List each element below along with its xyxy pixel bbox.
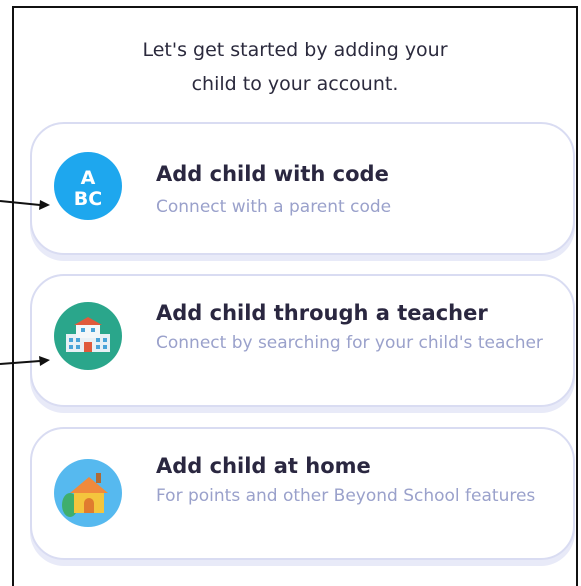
school-building-icon bbox=[54, 302, 122, 370]
intro-line-1: Let's get started by adding your bbox=[142, 39, 448, 61]
add-child-at-home-card[interactable]: Add child at home For points and other B… bbox=[30, 427, 575, 560]
annotation-arrow-2 bbox=[0, 356, 50, 366]
card-subtitle: For points and other Beyond School featu… bbox=[156, 486, 536, 506]
card-subtitle: Connect by searching for your child's te… bbox=[156, 333, 543, 353]
card-title: Add child at home bbox=[156, 454, 371, 478]
intro-text: Let's get started by adding your child t… bbox=[12, 33, 578, 101]
add-child-through-teacher-card[interactable]: Add child through a teacher Connect by s… bbox=[30, 274, 575, 407]
annotation-arrow-1 bbox=[0, 200, 50, 210]
card-title: Add child through a teacher bbox=[156, 301, 488, 325]
abc-icon-letter-a: A bbox=[81, 167, 96, 189]
card-title: Add child with code bbox=[156, 162, 389, 186]
abc-code-icon: A BC bbox=[54, 152, 122, 220]
house-icon bbox=[54, 459, 122, 527]
abc-icon-letters-bc: BC bbox=[74, 188, 102, 210]
card-subtitle: Connect with a parent code bbox=[156, 197, 392, 217]
intro-line-2: child to your account. bbox=[191, 73, 399, 95]
add-child-with-code-card[interactable]: A BC Add child with code Connect with a … bbox=[30, 122, 575, 255]
